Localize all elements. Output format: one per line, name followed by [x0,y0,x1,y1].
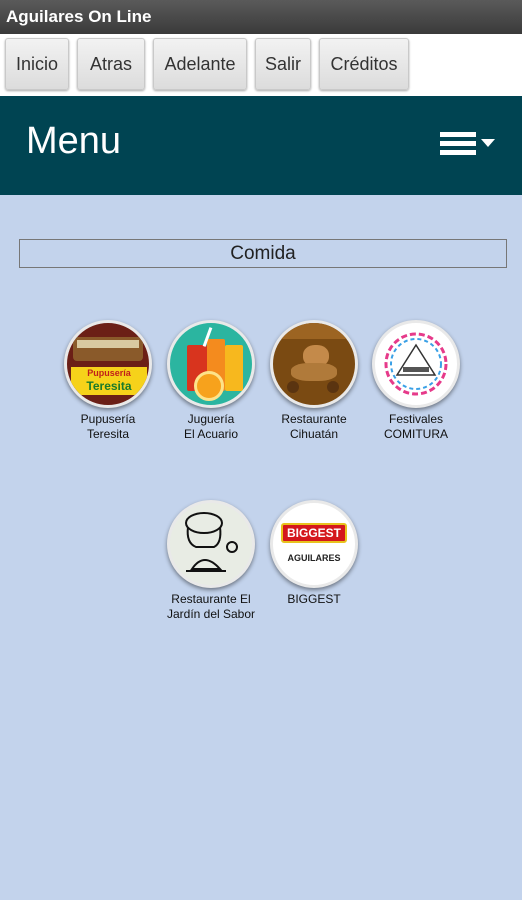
clay-jaguar-figure-icon [270,320,358,408]
toolbar: Inicio Atras Adelante Salir Créditos [0,34,522,96]
app-label: Restaurante El Jardín del Sabor [166,592,256,621]
app-restaurante-el-jardin-del-sabor[interactable]: Restaurante El Jardín del Sabor [161,500,261,622]
app-label: Restaurante Cihuatán [281,412,347,441]
app-label: BIGGEST [287,592,341,606]
chef-hat-icon [167,500,255,588]
app-biggest[interactable]: BIGGEST AGUILARES BIGGEST [264,500,364,607]
inicio-button[interactable]: Inicio [5,38,69,90]
app-festivales-comitura[interactable]: Festivales COMITURA [366,320,466,442]
app-pupuseria-teresita[interactable]: Pupusería Teresita Pupusería Teresita [58,320,158,442]
app-label: Festivales COMITURA [384,412,448,441]
app-label: Juguería El Acuario [183,412,239,441]
app-jugueria-el-acuario[interactable]: Juguería El Acuario [161,320,261,442]
category-label[interactable]: Comida [19,239,507,268]
window-title-bar: Aguilares On Line [0,0,522,34]
window-title: Aguilares On Line [6,7,152,26]
app-restaurante-cihuatan[interactable]: Restaurante Cihuatán [264,320,364,442]
pyramid-festival-logo [372,320,460,408]
page-title: Menu [26,120,122,162]
salir-button[interactable]: Salir [255,38,311,90]
app-label: Pupusería Teresita [80,412,136,441]
atras-button[interactable]: Atras [77,38,145,90]
biggest-logo: BIGGEST AGUILARES [270,500,358,588]
pupuseria-teresita-logo: Pupusería Teresita [64,320,152,408]
adelante-button[interactable]: Adelante [153,38,247,90]
juice-glasses-icon [167,320,255,408]
creditos-button[interactable]: Créditos [319,38,409,90]
hamburger-dropdown-icon[interactable] [440,130,496,160]
